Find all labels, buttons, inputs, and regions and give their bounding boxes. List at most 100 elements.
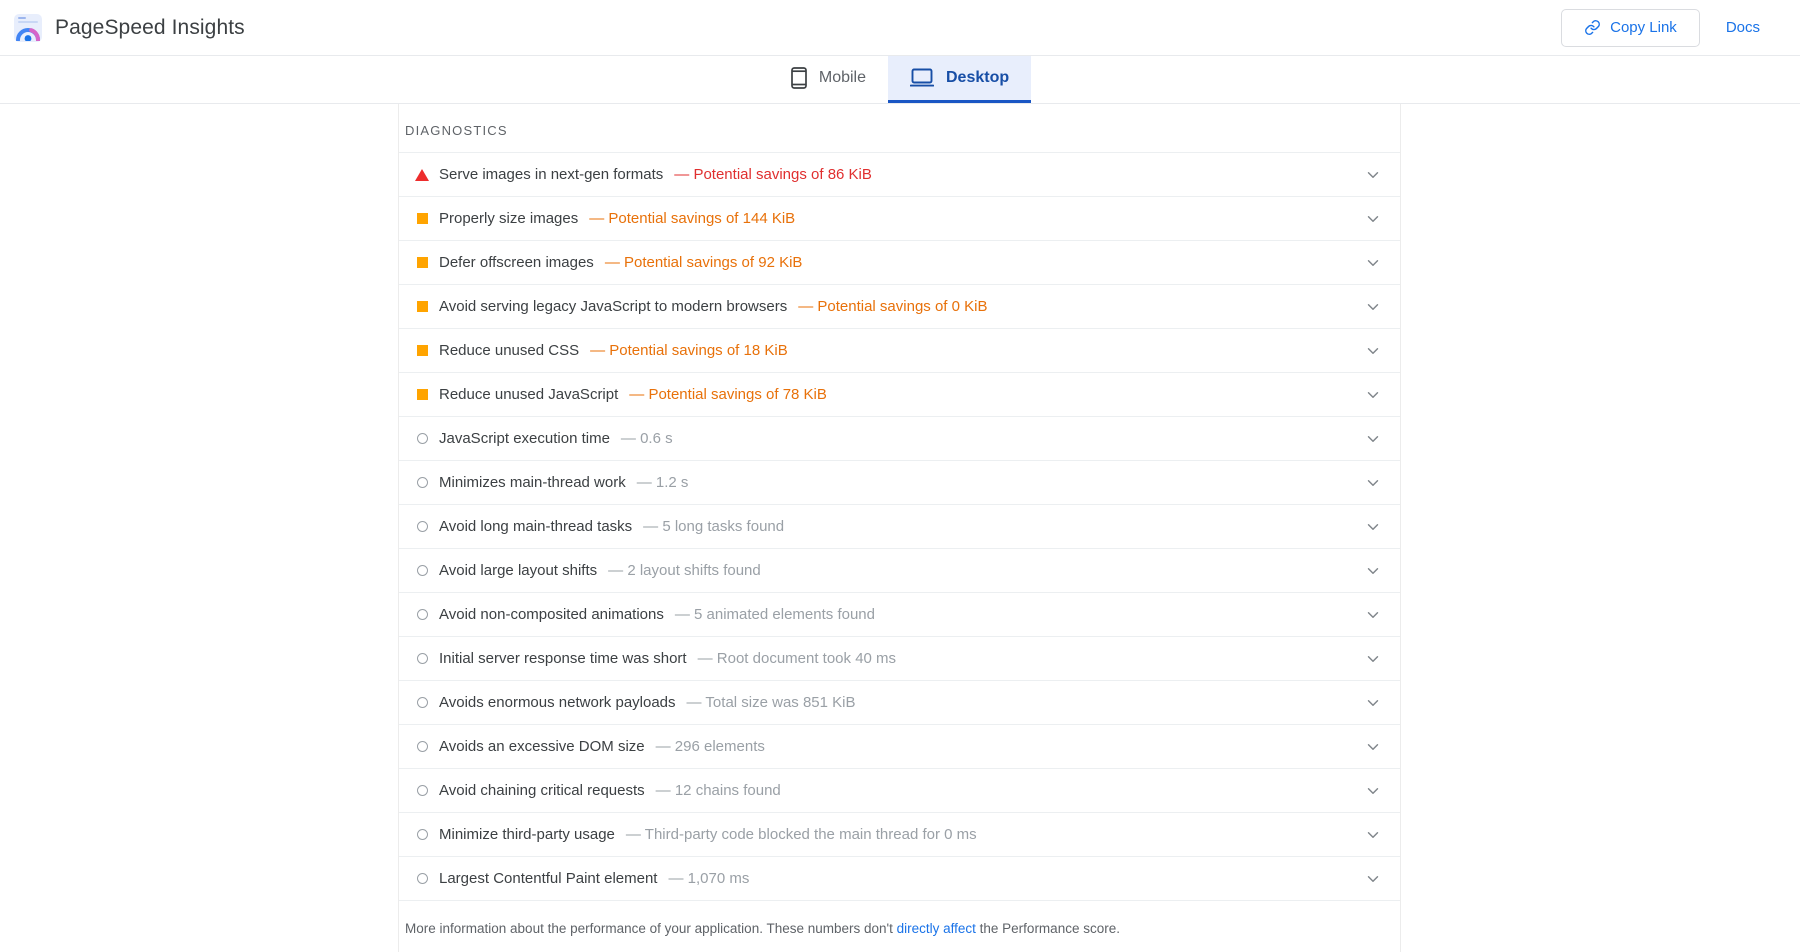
chevron-down-icon[interactable] — [1348, 870, 1382, 888]
audit-title: Initial server response time was short — [439, 650, 687, 667]
audit-title: Avoid large layout shifts — [439, 562, 597, 579]
audit-detail: — Total size was 851 KiB — [687, 694, 856, 711]
chevron-down-icon[interactable] — [1348, 474, 1382, 492]
audit-row[interactable]: Avoid long main-thread tasks — 5 long tas… — [399, 505, 1400, 549]
audit-row[interactable]: Avoid chaining critical requests — 12 cha… — [399, 769, 1400, 813]
audit-row[interactable]: Avoids an excessive DOM size — 296 elemen… — [399, 725, 1400, 769]
docs-link[interactable]: Docs — [1708, 9, 1778, 47]
audit-title: Minimize third-party usage — [439, 826, 615, 843]
section-heading: DIAGNOSTICS — [399, 104, 1400, 152]
chevron-down-icon[interactable] — [1348, 298, 1382, 316]
audit-row[interactable]: JavaScript execution time— 0.6 s — [399, 417, 1400, 461]
diagnostics-footnote: More information about the performance o… — [399, 901, 1400, 939]
mobile-phone-icon — [791, 67, 807, 89]
footnote-suffix: the Performance score. — [976, 921, 1120, 936]
audit-row[interactable]: Serve images in next-gen formats — Potent… — [399, 153, 1400, 197]
audit-detail: — 1,070 ms — [668, 870, 749, 887]
audit-detail: — 2 layout shifts found — [608, 562, 761, 579]
directly-affect-link[interactable]: directly affect — [897, 921, 976, 936]
circle-info-icon — [405, 697, 439, 708]
chevron-down-icon[interactable] — [1348, 562, 1382, 580]
audit-detail: — 5 animated elements found — [675, 606, 875, 623]
chevron-down-icon[interactable] — [1348, 342, 1382, 360]
audit-row[interactable]: Avoids enormous network payloads— Total … — [399, 681, 1400, 725]
docs-label: Docs — [1726, 19, 1760, 36]
audit-row[interactable]: Avoid large layout shifts — 2 layout shif… — [399, 549, 1400, 593]
square-warning-icon — [405, 213, 439, 224]
audit-title: Avoid serving legacy JavaScript to moder… — [439, 298, 787, 315]
diagnostics-audit-list: Serve images in next-gen formats — Potent… — [399, 152, 1400, 901]
audit-title: Avoid chaining critical requests — [439, 782, 645, 799]
audit-detail: — Potential savings of 92 KiB — [605, 254, 803, 271]
circle-info-icon — [405, 565, 439, 576]
chevron-down-icon[interactable] — [1348, 430, 1382, 448]
square-warning-icon — [405, 257, 439, 268]
audit-title: JavaScript execution time — [439, 430, 610, 447]
audit-detail: — Root document took 40 ms — [698, 650, 896, 667]
circle-info-icon — [405, 653, 439, 664]
audit-row[interactable]: Reduce unused CSS— Potential savings of … — [399, 329, 1400, 373]
audit-detail: — Potential savings of 78 KiB — [629, 386, 827, 403]
audit-title: Avoids an excessive DOM size — [439, 738, 645, 755]
audit-title: Defer offscreen images — [439, 254, 594, 271]
audit-row[interactable]: Defer offscreen images — Potential saving… — [399, 241, 1400, 285]
tab-mobile-label: Mobile — [819, 69, 866, 87]
chevron-down-icon[interactable] — [1348, 210, 1382, 228]
chevron-down-icon[interactable] — [1348, 738, 1382, 756]
chevron-down-icon[interactable] — [1348, 606, 1382, 624]
copy-link-label: Copy Link — [1610, 19, 1677, 36]
triangle-fail-icon — [405, 169, 439, 181]
audit-detail: — Third-party code blocked the main thre… — [626, 826, 977, 843]
audit-row[interactable]: Minimizes main-thread work— 1.2 s — [399, 461, 1400, 505]
tab-mobile[interactable]: Mobile — [769, 55, 888, 103]
chevron-down-icon[interactable] — [1348, 782, 1382, 800]
audit-detail: — Potential savings of 0 KiB — [798, 298, 987, 315]
chevron-down-icon[interactable] — [1348, 694, 1382, 712]
audit-title: Properly size images — [439, 210, 578, 227]
app-title: PageSpeed Insights — [55, 16, 245, 40]
square-warning-icon — [405, 345, 439, 356]
audit-title: Largest Contentful Paint element — [439, 870, 657, 887]
audit-title: Serve images in next-gen formats — [439, 166, 663, 183]
results-page: DIAGNOSTICS Serve images in next-gen for… — [0, 104, 1800, 952]
square-warning-icon — [405, 389, 439, 400]
audit-row[interactable]: Initial server response time was short — … — [399, 637, 1400, 681]
chevron-down-icon[interactable] — [1348, 254, 1382, 272]
circle-info-icon — [405, 873, 439, 884]
pagespeed-gauge-icon — [14, 14, 42, 42]
audit-row[interactable]: Largest Contentful Paint element — 1,070 … — [399, 857, 1400, 901]
tab-desktop[interactable]: Desktop — [888, 55, 1031, 103]
header-actions: Copy Link Docs — [1561, 9, 1778, 47]
audit-row[interactable]: Minimize third-party usage — Third-party … — [399, 813, 1400, 857]
tab-desktop-label: Desktop — [946, 69, 1009, 87]
desktop-monitor-icon — [910, 68, 934, 88]
chevron-down-icon[interactable] — [1348, 518, 1382, 536]
circle-info-icon — [405, 609, 439, 620]
circle-info-icon — [405, 741, 439, 752]
audit-detail: — 12 chains found — [656, 782, 781, 799]
chevron-down-icon[interactable] — [1348, 650, 1382, 668]
audit-detail: — 5 long tasks found — [643, 518, 784, 535]
audit-title: Avoid non-composited animations — [439, 606, 664, 623]
audit-title: Avoid long main-thread tasks — [439, 518, 632, 535]
audit-row[interactable]: Avoid non-composited animations — 5 anima… — [399, 593, 1400, 637]
audit-row[interactable]: Avoid serving legacy JavaScript to moder… — [399, 285, 1400, 329]
circle-info-icon — [405, 829, 439, 840]
chevron-down-icon[interactable] — [1348, 386, 1382, 404]
audit-title: Reduce unused CSS — [439, 342, 579, 359]
brand: PageSpeed Insights — [14, 14, 245, 42]
chevron-down-icon[interactable] — [1348, 166, 1382, 184]
form-factor-tabs: Mobile Desktop — [0, 56, 1800, 104]
chevron-down-icon[interactable] — [1348, 826, 1382, 844]
copy-link-button[interactable]: Copy Link — [1561, 9, 1700, 47]
audit-detail: — Potential savings of 144 KiB — [589, 210, 795, 227]
app-header: PageSpeed Insights Copy Link Docs — [0, 0, 1800, 56]
square-warning-icon — [405, 301, 439, 312]
audit-detail: — Potential savings of 86 KiB — [674, 166, 872, 183]
audit-row[interactable]: Properly size images — Potential savings … — [399, 197, 1400, 241]
audit-row[interactable]: Reduce unused JavaScript — Potential savi… — [399, 373, 1400, 417]
audit-detail: — 296 elements — [656, 738, 765, 755]
audit-title: Reduce unused JavaScript — [439, 386, 618, 403]
audit-title: Minimizes main-thread work — [439, 474, 626, 491]
circle-info-icon — [405, 521, 439, 532]
